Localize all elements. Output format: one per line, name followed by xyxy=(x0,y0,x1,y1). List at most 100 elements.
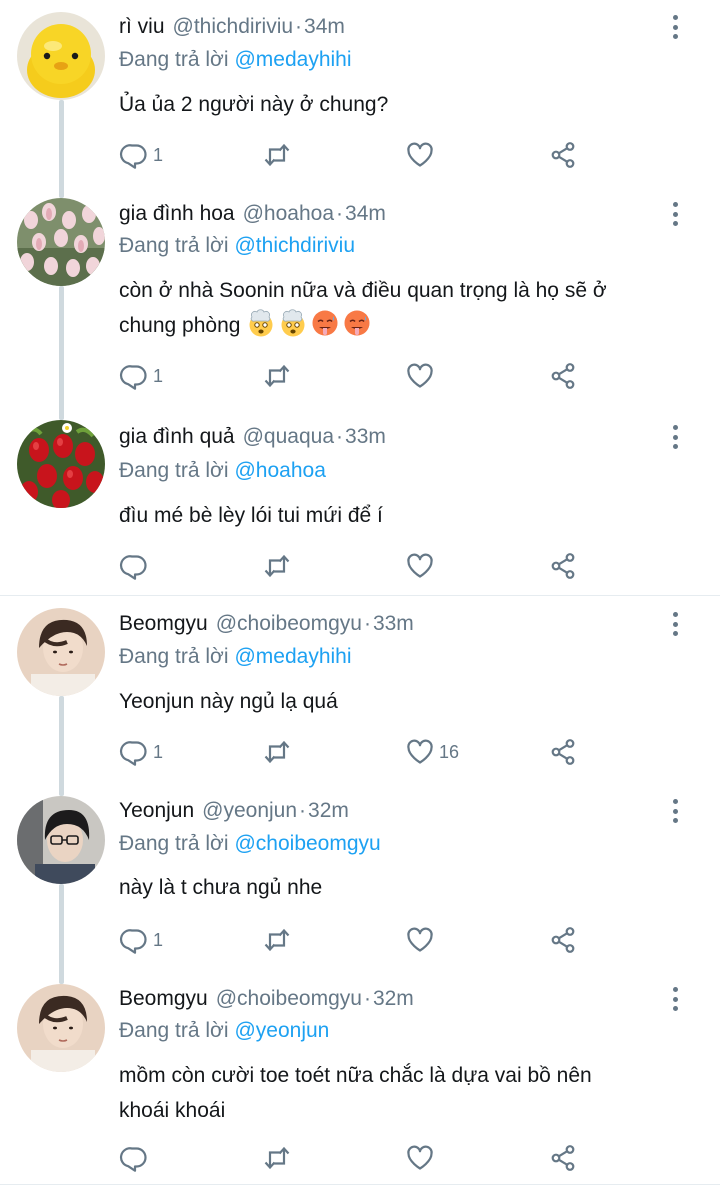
user-handle[interactable]: @hoahoa xyxy=(243,202,334,225)
retweet-button[interactable] xyxy=(262,139,292,171)
retweet-icon xyxy=(262,737,292,767)
retweet-icon xyxy=(262,1143,292,1173)
share-icon xyxy=(548,551,578,581)
more-options-icon[interactable] xyxy=(664,424,686,450)
replying-to: Đang trả lời @medayhihi xyxy=(119,644,352,670)
like-button[interactable] xyxy=(405,360,439,392)
user-handle[interactable]: @yeonjun xyxy=(202,799,297,822)
avatar[interactable] xyxy=(17,796,105,884)
timestamp[interactable]: 32m xyxy=(373,987,414,1010)
tweet-text-fragment: chung phòng xyxy=(119,314,241,337)
display-name[interactable]: rì viu xyxy=(119,15,165,38)
tweet-header: Yeonjun @yeonjun·32m xyxy=(119,798,349,824)
user-handle[interactable]: @choibeomgyu xyxy=(216,612,362,635)
display-name[interactable]: Beomgyu xyxy=(119,612,208,635)
more-options-icon[interactable] xyxy=(664,986,686,1012)
separator-dot: · xyxy=(363,612,371,635)
timestamp[interactable]: 32m xyxy=(308,799,349,822)
timestamp[interactable]: 34m xyxy=(304,15,345,38)
like-icon xyxy=(405,1143,435,1173)
separator-dot: · xyxy=(299,799,307,822)
exploding-head-emoji xyxy=(246,308,276,338)
share-button[interactable] xyxy=(548,360,578,392)
reply-icon xyxy=(119,551,149,581)
retweet-button[interactable] xyxy=(262,924,292,956)
like-count: 16 xyxy=(439,741,460,762)
tweet-text-line: khoái khoái xyxy=(119,1099,226,1122)
mention-link[interactable]: @medayhihi xyxy=(234,48,351,71)
display-name[interactable]: Yeonjun xyxy=(119,799,194,822)
retweet-icon xyxy=(262,925,292,955)
share-icon xyxy=(548,361,578,391)
reply-count: 1 xyxy=(153,365,164,386)
replying-to-label: Đang trả lời xyxy=(119,832,229,855)
bottom-divider xyxy=(0,1184,720,1185)
tweet-text: còn ở nhà Soonin nữa và điều quan trọng … xyxy=(119,273,699,343)
user-handle[interactable]: @choibeomgyu xyxy=(216,987,362,1010)
share-button[interactable] xyxy=(548,139,578,171)
replying-to-label: Đang trả lời xyxy=(119,459,229,482)
separator-dot: · xyxy=(336,425,344,448)
more-options-icon[interactable] xyxy=(664,14,686,40)
reply-button[interactable]: 1 xyxy=(119,736,163,768)
reply-button[interactable]: 1 xyxy=(119,924,163,956)
timestamp[interactable]: 33m xyxy=(345,425,386,448)
display-name[interactable]: gia đình hoa xyxy=(119,202,235,225)
display-name[interactable]: Beomgyu xyxy=(119,987,208,1010)
share-button[interactable] xyxy=(548,1142,578,1174)
reply-count: 1 xyxy=(153,741,164,762)
more-options-icon[interactable] xyxy=(664,611,686,637)
like-icon xyxy=(405,140,435,170)
like-button[interactable] xyxy=(405,139,439,171)
retweet-button[interactable] xyxy=(262,1142,292,1174)
tweet-text: Yeonjun này ngủ lạ quá xyxy=(119,690,338,713)
avatar[interactable] xyxy=(17,198,105,286)
replying-to: Đang trả lời @medayhihi xyxy=(119,47,352,73)
share-button[interactable] xyxy=(548,550,578,582)
separator-dot: · xyxy=(363,987,371,1010)
avatar[interactable] xyxy=(17,984,105,1072)
retweet-button[interactable] xyxy=(262,550,292,582)
reply-count: 1 xyxy=(153,929,164,950)
like-button[interactable] xyxy=(405,924,439,956)
reply-button[interactable] xyxy=(119,1142,153,1174)
replying-to: Đang trả lời @choibeomgyu xyxy=(119,831,381,857)
replying-to: Đang trả lời @yeonjun xyxy=(119,1018,329,1044)
replying-to-label: Đang trả lời xyxy=(119,1019,229,1042)
share-icon xyxy=(548,1143,578,1173)
avatar[interactable] xyxy=(17,12,105,100)
tweet-text-line: chung phòng xyxy=(119,308,699,343)
user-handle[interactable]: @quaqua xyxy=(243,425,334,448)
timestamp[interactable]: 34m xyxy=(345,202,386,225)
mention-link[interactable]: @thichdiriviu xyxy=(234,234,355,257)
avatar[interactable] xyxy=(17,608,105,696)
like-button[interactable] xyxy=(405,550,439,582)
display-name[interactable]: gia đình quả xyxy=(119,425,235,448)
mention-link[interactable]: @yeonjun xyxy=(234,1019,329,1042)
like-button[interactable] xyxy=(405,1142,439,1174)
reply-button[interactable]: 1 xyxy=(119,360,163,392)
tweet-header: Beomgyu @choibeomgyu·33m xyxy=(119,611,414,637)
user-handle[interactable]: @thichdiriviu xyxy=(173,15,294,38)
retweet-button[interactable] xyxy=(262,360,292,392)
mention-link[interactable]: @choibeomgyu xyxy=(234,832,380,855)
tweet-text: này là t chưa ngủ nhe xyxy=(119,876,323,899)
thread-line xyxy=(59,286,64,420)
tweet-header: gia đình hoa @hoahoa·34m xyxy=(119,201,386,227)
tweet-text-line: mồm còn cười toe toét nữa chắc là dựa va… xyxy=(119,1064,592,1087)
replying-to-label: Đang trả lời xyxy=(119,234,229,257)
reply-icon xyxy=(119,361,149,391)
retweet-button[interactable] xyxy=(262,736,292,768)
mention-link[interactable]: @hoahoa xyxy=(234,459,325,482)
share-button[interactable] xyxy=(548,736,578,768)
reply-icon xyxy=(119,1143,149,1173)
reply-button[interactable]: 1 xyxy=(119,139,163,171)
more-options-icon[interactable] xyxy=(664,201,686,227)
mention-link[interactable]: @medayhihi xyxy=(234,645,351,668)
share-button[interactable] xyxy=(548,924,578,956)
like-button[interactable]: 16 xyxy=(405,736,459,768)
reply-button[interactable] xyxy=(119,550,153,582)
more-options-icon[interactable] xyxy=(664,798,686,824)
avatar[interactable] xyxy=(17,420,105,508)
timestamp[interactable]: 33m xyxy=(373,612,414,635)
